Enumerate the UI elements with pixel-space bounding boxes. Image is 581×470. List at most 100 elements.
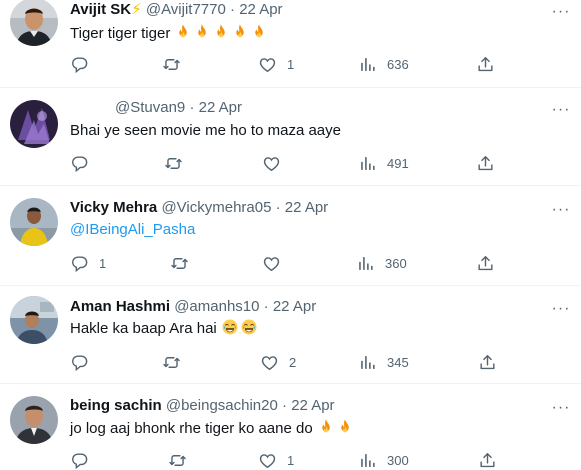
reply-icon: [70, 254, 89, 273]
author-handle[interactable]: @Stuvan9: [115, 99, 185, 116]
tweet-date[interactable]: 22 Apr: [291, 397, 334, 414]
reply-tweet-2[interactable]: @Stuvan9 · 22 Apr ··· Bhai ye seen movie…: [0, 88, 581, 186]
reply-tweet-1[interactable]: Avijit SK⚡ @Avijit7770 · 22 Apr ··· Tige…: [0, 0, 581, 88]
tweet-text-content: jo log aaj bhonk rhe tiger ko aane do: [70, 420, 313, 437]
fire-emoji-icon: [317, 418, 335, 436]
bar-chart-icon: [358, 451, 377, 470]
like-button[interactable]: 1: [258, 54, 294, 74]
tweet-header: @Stuvan9 · 22 Apr: [115, 98, 242, 118]
share-button[interactable]: [478, 352, 497, 372]
view-count: 360: [385, 255, 407, 271]
tweet-date[interactable]: 22 Apr: [239, 1, 282, 18]
share-button[interactable]: [476, 253, 495, 273]
like-count: 1: [287, 56, 295, 72]
views-button[interactable]: 360: [356, 253, 407, 273]
author-name[interactable]: Aman Hashmi: [70, 298, 170, 315]
reply-tweet-5[interactable]: being sachin @beingsachin20 · 22 Apr ···…: [0, 384, 581, 470]
author-name[interactable]: Avijit SK: [70, 1, 131, 18]
heart-icon: [260, 353, 279, 372]
tweet-header: Vicky Mehra @Vickymehra05 · 22 Apr: [70, 198, 328, 218]
more-options-icon[interactable]: ···: [551, 2, 571, 22]
fire-emoji-group: [174, 25, 269, 42]
like-button[interactable]: 2: [260, 352, 296, 372]
heart-icon: [258, 55, 277, 74]
avatar-stuvan[interactable]: [10, 100, 58, 148]
bar-chart-icon: [358, 353, 377, 372]
laughing-emoji-group: [221, 320, 259, 337]
author-handle[interactable]: @Vickymehra05: [161, 199, 271, 216]
reply-button[interactable]: 1: [70, 253, 106, 273]
avatar-sachin[interactable]: [10, 396, 58, 444]
tweet-text: jo log aaj bhonk rhe tiger ko aane do: [70, 418, 355, 439]
retweet-button[interactable]: [170, 253, 199, 273]
share-icon: [478, 451, 497, 470]
avatar-vicky[interactable]: [10, 198, 58, 246]
separator-dot: ·: [282, 397, 288, 414]
tweet-text: Hakle ka baap Ara hai: [70, 318, 259, 339]
reply-tweet-4[interactable]: Aman Hashmi @amanhs10 · 22 Apr ··· Hakle…: [0, 286, 581, 384]
fire-emoji-icon: [174, 23, 192, 41]
purple-abstract-avatar-icon: [10, 100, 58, 148]
author-handle[interactable]: @Avijit7770: [146, 1, 226, 18]
views-button[interactable]: 636: [358, 54, 409, 74]
separator-dot: ·: [189, 99, 195, 116]
author-name[interactable]: being sachin: [70, 397, 162, 414]
tweet-header: Avijit SK⚡ @Avijit7770 · 22 Apr: [70, 0, 283, 20]
share-icon: [476, 154, 495, 173]
avatar-avijit[interactable]: [10, 0, 58, 46]
retweet-button[interactable]: [168, 450, 197, 470]
mention-link[interactable]: @IBeingAli_Pasha: [70, 221, 195, 238]
more-options-icon[interactable]: ···: [551, 200, 571, 220]
share-button[interactable]: [478, 450, 497, 470]
share-button[interactable]: [476, 153, 495, 173]
heart-icon: [258, 451, 277, 470]
fire-emoji-icon: [231, 23, 249, 41]
retweet-button[interactable]: [162, 352, 191, 372]
view-count: 300: [387, 452, 409, 468]
separator-dot: ·: [275, 199, 281, 216]
reply-icon: [70, 451, 89, 470]
reply-button[interactable]: [70, 450, 99, 470]
tweet-date[interactable]: 22 Apr: [199, 99, 242, 116]
tweet-text: @IBeingAli_Pasha: [70, 220, 195, 240]
separator-dot: ·: [230, 1, 236, 18]
bar-chart-icon: [356, 254, 375, 273]
fire-emoji-icon: [212, 23, 230, 41]
fire-emoji-icon: [336, 418, 354, 436]
like-button[interactable]: [262, 253, 291, 273]
author-handle[interactable]: @beingsachin20: [166, 397, 278, 414]
laughing-emoji-icon: [240, 318, 258, 336]
retweet-icon: [170, 254, 189, 273]
author-name[interactable]: Vicky Mehra: [70, 199, 157, 216]
tweet-header: being sachin @beingsachin20 · 22 Apr: [70, 396, 335, 416]
fire-emoji-group: [317, 420, 355, 437]
more-options-icon[interactable]: ···: [551, 100, 571, 120]
tweet-date[interactable]: 22 Apr: [273, 298, 316, 315]
reply-button[interactable]: [70, 54, 99, 74]
reply-button[interactable]: [70, 352, 99, 372]
views-button[interactable]: 300: [358, 450, 409, 470]
tweet-text-content: Tiger tiger tiger: [70, 25, 171, 42]
share-icon: [476, 55, 495, 74]
separator-dot: ·: [263, 298, 269, 315]
tweet-text: Bhai ye seen movie me ho to maza aaye: [70, 121, 341, 141]
tweet-date[interactable]: 22 Apr: [285, 199, 328, 216]
replies-feed: Avijit SK⚡ @Avijit7770 · 22 Apr ··· Tige…: [0, 0, 581, 470]
retweet-button[interactable]: [164, 153, 193, 173]
reply-button[interactable]: [70, 153, 99, 173]
author-handle[interactable]: @amanhs10: [174, 298, 259, 315]
action-bar: 1 360: [66, 253, 506, 273]
views-button[interactable]: 491: [358, 153, 409, 173]
like-button[interactable]: 1: [258, 450, 294, 470]
share-button[interactable]: [476, 54, 495, 74]
reply-count: 1: [99, 255, 107, 271]
views-button[interactable]: 345: [358, 352, 409, 372]
view-count: 345: [387, 354, 409, 370]
retweet-button[interactable]: [162, 54, 191, 74]
man-indoors-avatar-icon: [10, 296, 58, 344]
more-options-icon[interactable]: ···: [551, 398, 571, 418]
reply-tweet-3[interactable]: Vicky Mehra @Vickymehra05 · 22 Apr ··· @…: [0, 186, 581, 286]
like-button[interactable]: [262, 153, 291, 173]
avatar-aman[interactable]: [10, 296, 58, 344]
more-options-icon[interactable]: ···: [551, 299, 571, 319]
